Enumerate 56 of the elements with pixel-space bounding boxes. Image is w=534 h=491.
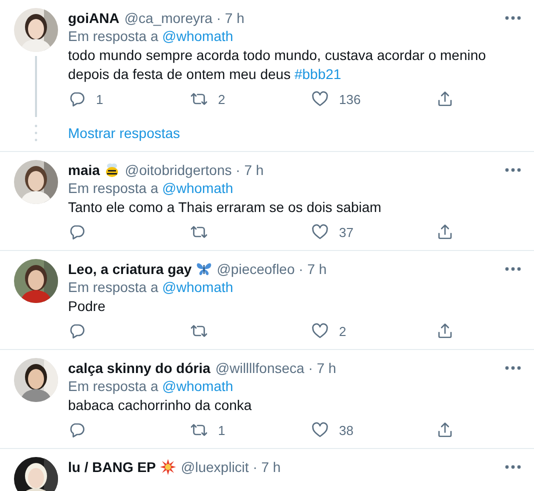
retweet-icon[interactable] xyxy=(190,90,208,108)
like-count: 2 xyxy=(339,324,346,338)
more-icon[interactable] xyxy=(504,364,522,370)
more-icon[interactable] xyxy=(504,14,522,20)
tweet-text: todo mundo sempre acorda todo mundo, custava acordar o menino depois da festa de ontem meu deus #bbb21 xyxy=(68,46,487,84)
more-icon[interactable] xyxy=(504,266,522,272)
tweet-text: Podre xyxy=(68,297,106,316)
share-icon[interactable] xyxy=(436,223,454,241)
retweet-count: 1 xyxy=(218,422,226,438)
butterfly-icon xyxy=(196,260,212,276)
mention-link[interactable]: @whomath xyxy=(162,378,234,394)
more-icon[interactable] xyxy=(504,464,522,470)
retweet-icon[interactable] xyxy=(190,223,208,241)
share-icon[interactable] xyxy=(436,322,454,340)
retweet-icon[interactable] xyxy=(190,421,208,439)
more-icon[interactable] xyxy=(504,166,522,172)
replie-count: 1 xyxy=(96,92,104,106)
reply-to-label: Em resposta a @whomath xyxy=(68,377,234,396)
like-count: 136 xyxy=(339,92,361,106)
heart-icon[interactable] xyxy=(311,322,329,340)
retweet-icon[interactable] xyxy=(190,322,208,340)
handle-and-time[interactable]: @oitobridgertons · 7 h xyxy=(124,162,264,178)
reply-to-label: Em resposta a @whomath xyxy=(68,27,234,46)
handle-and-time[interactable]: @pieceofleo · 7 h xyxy=(216,260,327,276)
display-name: Leo, a criatura gay xyxy=(68,260,192,276)
heart-icon[interactable] xyxy=(311,421,329,439)
reply-icon[interactable] xyxy=(68,322,86,340)
reply-icon[interactable] xyxy=(68,421,86,439)
reply-to-label: Em resposta a @whomath xyxy=(68,179,234,198)
show-replies-link[interactable]: Mostrar respostas xyxy=(68,125,180,141)
like-count: 37 xyxy=(339,224,354,240)
reply-to-label: Em resposta a @whomath xyxy=(68,278,234,297)
thread-dots-icon xyxy=(34,124,38,142)
mention-link[interactable]: @whomath xyxy=(162,180,234,196)
display-name: lu / BANG EP xyxy=(68,458,156,474)
display-name: maia xyxy=(68,162,100,178)
bee-icon xyxy=(104,162,120,178)
retweet-count: 2 xyxy=(218,92,226,106)
mention-link[interactable]: @whomath xyxy=(162,28,234,44)
heart-icon[interactable] xyxy=(311,90,329,108)
mention-link[interactable]: @whomath xyxy=(162,279,234,295)
tweet-text: babaca cachorrinho da conka xyxy=(68,396,253,415)
heart-icon[interactable] xyxy=(311,223,329,241)
handle-and-time[interactable]: @ca_moreyra · 7 h xyxy=(124,10,244,26)
display-name: goiANA xyxy=(68,10,120,26)
tweet-text: Tanto ele como a Thais erraram se os dois sabiam xyxy=(68,198,382,217)
share-icon[interactable] xyxy=(436,90,454,108)
hashtag-link[interactable]: #bbb21 xyxy=(294,66,342,82)
burst-icon xyxy=(160,458,176,474)
share-icon[interactable] xyxy=(436,421,454,439)
handle-and-time[interactable]: @willllfonseca · 7 h xyxy=(215,360,336,376)
reply-icon[interactable] xyxy=(68,90,86,108)
handle-and-time[interactable]: @luexplicit · 7 h xyxy=(180,458,281,474)
like-count: 38 xyxy=(339,422,354,438)
display-name: calça skinny do dória xyxy=(68,360,210,376)
reply-icon[interactable] xyxy=(68,223,86,241)
